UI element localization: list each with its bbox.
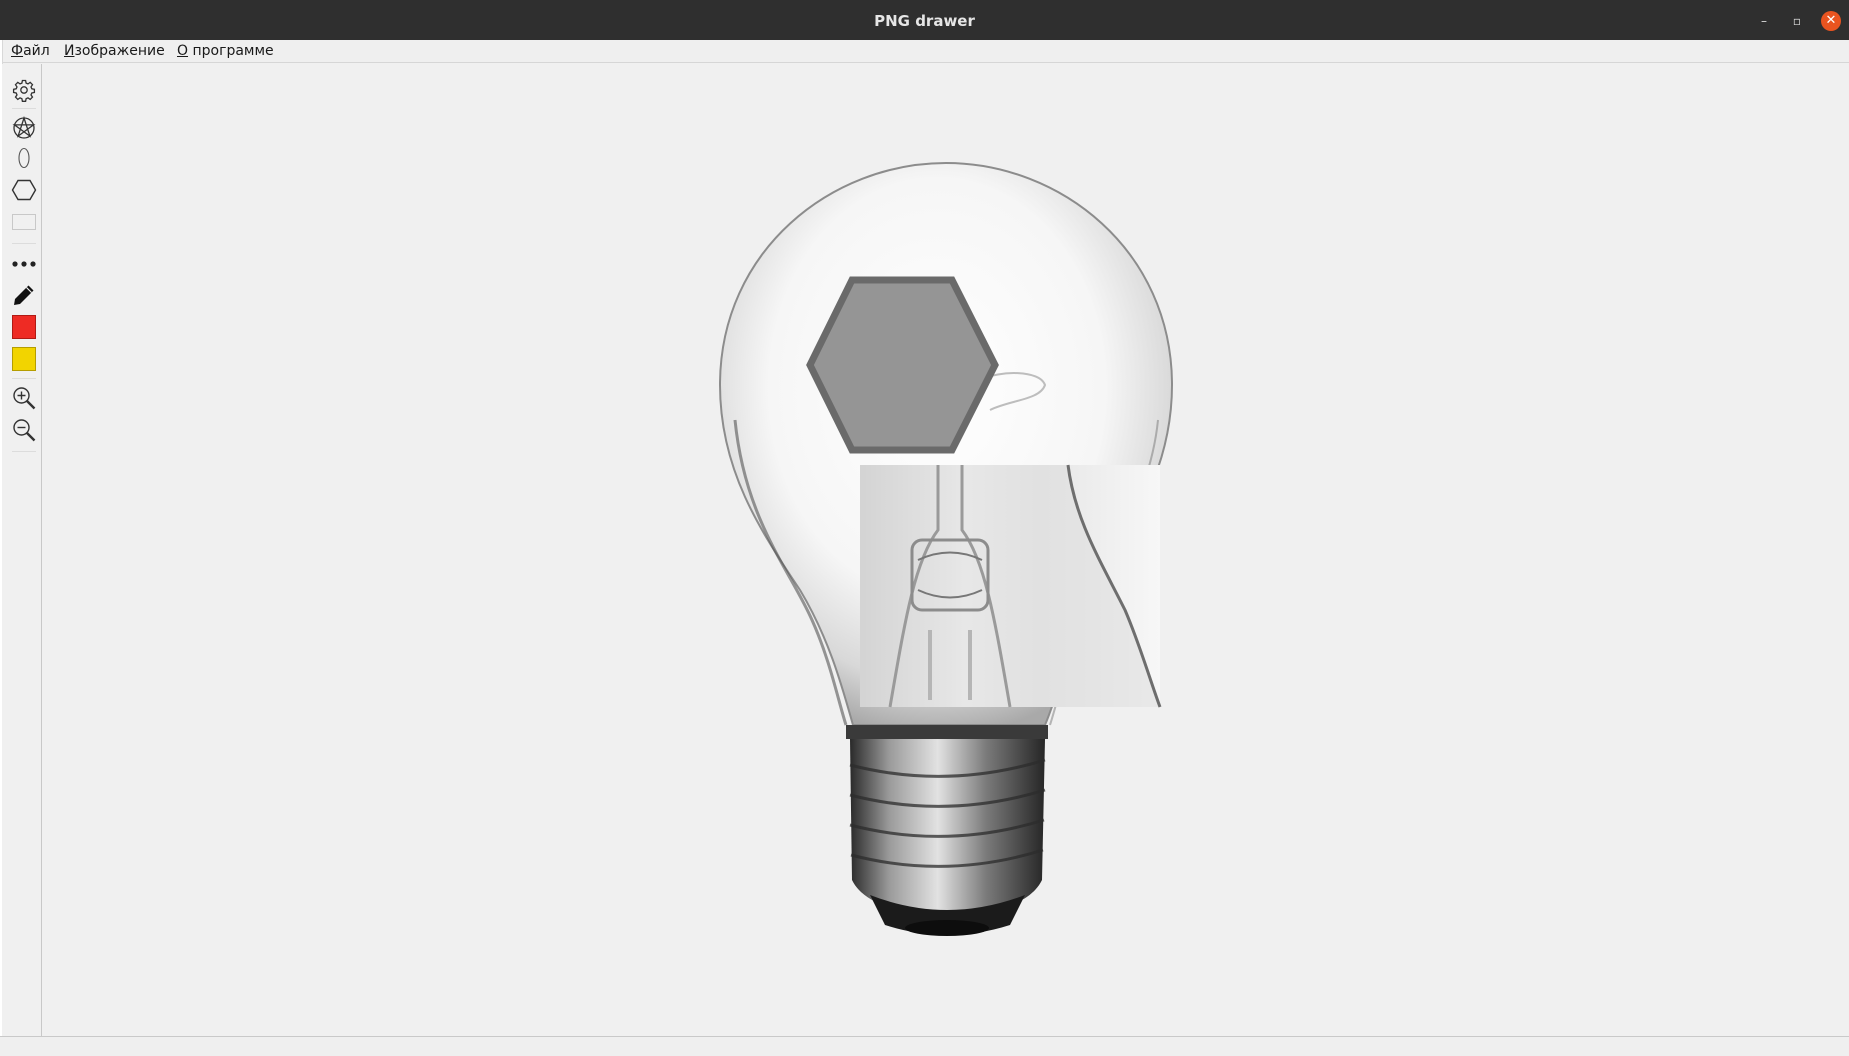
close-button[interactable]: ✕ bbox=[1821, 11, 1841, 31]
hexagon-icon[interactable] bbox=[8, 176, 40, 204]
window-title: PNG drawer bbox=[874, 12, 975, 30]
tool-separator bbox=[12, 108, 36, 109]
pencil-icon[interactable] bbox=[8, 281, 40, 309]
tool-separator bbox=[12, 378, 36, 379]
menu-about[interactable]: О программе bbox=[177, 40, 274, 63]
minimize-button[interactable]: – bbox=[1754, 11, 1774, 31]
menu-about-label: программе bbox=[188, 43, 274, 59]
drawing-canvas[interactable] bbox=[43, 64, 1849, 1036]
maximize-button[interactable]: ▫ bbox=[1787, 11, 1807, 31]
secondary-color-swatch[interactable] bbox=[8, 345, 40, 373]
app-window: PNG drawer – ▫ ✕ Файл Изображение О прог… bbox=[0, 0, 1849, 1056]
primary-color-fill bbox=[12, 315, 36, 339]
menu-file[interactable]: Файл bbox=[11, 40, 50, 63]
tool-separator bbox=[12, 451, 36, 452]
tool-separator bbox=[12, 243, 36, 244]
pentagram-circle-icon[interactable] bbox=[8, 114, 40, 142]
menu-file-label: айл bbox=[23, 43, 50, 59]
menu-file-accel: Ф bbox=[11, 43, 24, 59]
zoom-out-icon[interactable] bbox=[8, 416, 40, 444]
settings-gear-icon[interactable] bbox=[8, 76, 40, 104]
tool-panel bbox=[2, 64, 42, 1036]
menu-image[interactable]: Изображение bbox=[64, 40, 165, 63]
drawn-hexagon[interactable] bbox=[806, 276, 999, 454]
more-dots-icon[interactable] bbox=[8, 250, 40, 278]
menu-bar: Файл Изображение О программе bbox=[0, 40, 1849, 63]
menu-image-accel: И bbox=[64, 43, 75, 59]
ellipse-icon[interactable] bbox=[8, 144, 40, 172]
title-bar[interactable]: PNG drawer – ▫ ✕ bbox=[0, 0, 1849, 40]
pasted-image-fragment[interactable] bbox=[860, 464, 1162, 708]
menu-about-accel: О bbox=[177, 43, 189, 59]
rectangle-icon[interactable] bbox=[8, 208, 40, 236]
zoom-in-icon[interactable] bbox=[8, 384, 40, 412]
primary-color-swatch[interactable] bbox=[8, 313, 40, 341]
canvas-image bbox=[718, 161, 1174, 936]
status-bar bbox=[0, 1036, 1849, 1056]
secondary-color-fill bbox=[12, 347, 36, 371]
menu-image-label: зображение bbox=[74, 43, 165, 59]
